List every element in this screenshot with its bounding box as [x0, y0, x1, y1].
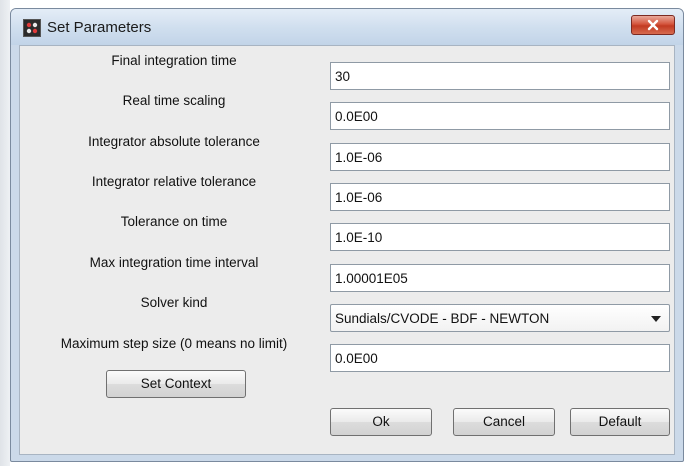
real-time-scaling-input[interactable]: 0.0E00 — [330, 102, 670, 130]
absolute-tolerance-label: Integrator absolute tolerance — [88, 134, 260, 149]
max-integration-interval-input[interactable]: 1.00001E05 — [330, 264, 670, 292]
desktop-background — [0, 0, 10, 466]
ok-button[interactable]: Ok — [330, 408, 432, 436]
dialog-body: Final integration time 30 Real time scal… — [19, 45, 675, 455]
solver-kind-value: Sundials/CVODE - BDF - NEWTON — [335, 311, 550, 326]
final-integration-time-input[interactable]: 30 — [330, 62, 670, 90]
title-bar[interactable]: Set Parameters — [11, 9, 683, 45]
palette-icon — [23, 19, 41, 37]
solver-kind-select[interactable]: Sundials/CVODE - BDF - NEWTON — [330, 304, 670, 332]
tolerance-on-time-input[interactable]: 1.0E-10 — [330, 223, 670, 251]
max-step-size-label: Maximum step size (0 means no limit) — [60, 336, 288, 351]
final-integration-time-label: Final integration time — [111, 53, 237, 68]
relative-tolerance-label: Integrator relative tolerance — [91, 174, 257, 189]
max-integration-interval-label: Max integration time interval — [89, 255, 259, 270]
absolute-tolerance-input[interactable]: 1.0E-06 — [330, 143, 670, 171]
window-title: Set Parameters — [47, 19, 152, 36]
screen: Set Parameters Final integration time 30… — [0, 0, 688, 466]
set-context-button[interactable]: Set Context — [106, 370, 246, 398]
real-time-scaling-label: Real time scaling — [122, 93, 226, 108]
tolerance-on-time-label: Tolerance on time — [120, 214, 228, 229]
close-icon — [647, 19, 659, 31]
solver-kind-label: Solver kind — [140, 295, 208, 310]
max-step-size-input[interactable]: 0.0E00 — [330, 344, 670, 372]
relative-tolerance-input[interactable]: 1.0E-06 — [330, 183, 670, 211]
default-button[interactable]: Default — [570, 408, 670, 436]
close-button[interactable] — [631, 15, 675, 35]
chevron-down-icon — [651, 316, 661, 322]
cancel-button[interactable]: Cancel — [453, 408, 555, 436]
set-parameters-dialog: Set Parameters Final integration time 30… — [10, 8, 684, 462]
